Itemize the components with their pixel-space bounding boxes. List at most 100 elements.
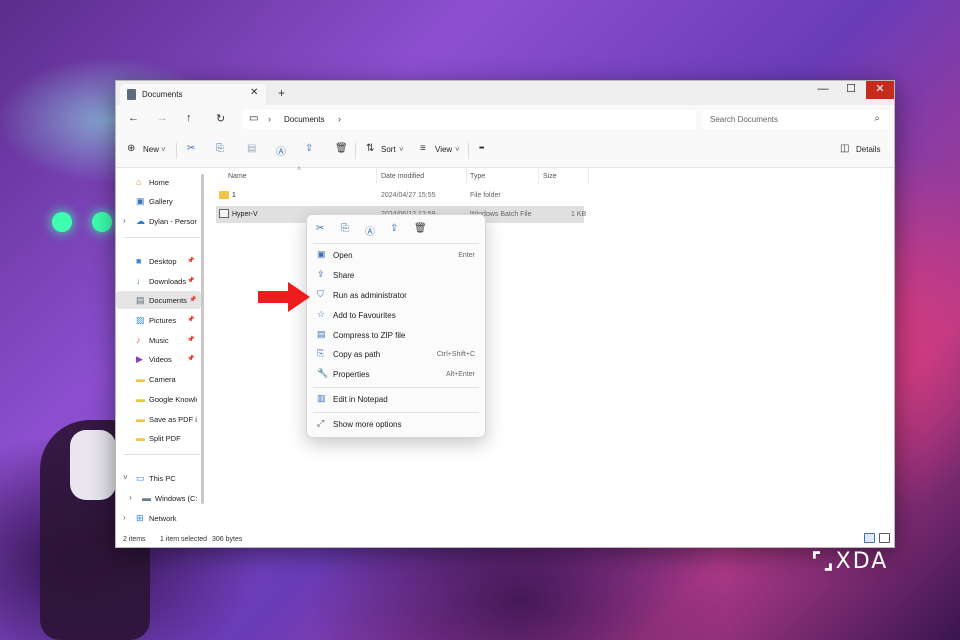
- up-button[interactable]: ↑: [186, 112, 192, 124]
- new-button[interactable]: New: [143, 145, 159, 154]
- paste-icon[interactable]: ▤: [247, 143, 256, 154]
- sidebar-item-label: Google Knowle: [149, 395, 197, 404]
- sidebar-scrollbar[interactable]: [201, 174, 204, 504]
- path-icon: ⎘: [317, 348, 325, 358]
- sidebar-item-this-pc[interactable]: ˅ ▭ This PC: [116, 469, 201, 487]
- back-button[interactable]: ←: [128, 112, 139, 124]
- menu-divider: [313, 243, 479, 244]
- pin-icon: 📌: [187, 337, 195, 343]
- download-icon: ↓: [136, 276, 141, 286]
- file-name: Hyper-V: [232, 211, 258, 218]
- column-divider[interactable]: [466, 168, 467, 184]
- share-icon[interactable]: ⇪: [305, 143, 313, 154]
- sidebar-item-music[interactable]: ♪ Music 📌: [116, 331, 201, 349]
- column-divider[interactable]: [376, 168, 377, 184]
- chevron-right-icon[interactable]: ›: [123, 216, 126, 225]
- cut-icon[interactable]: ✂: [187, 143, 195, 154]
- menu-item-share[interactable]: ⇪ Share: [311, 266, 481, 284]
- share-icon[interactable]: ⇪: [390, 223, 398, 234]
- column-header-name[interactable]: Name: [228, 173, 247, 180]
- sidebar-item-camera[interactable]: ▬ Camera: [116, 370, 201, 388]
- chevron-right-icon[interactable]: ›: [129, 493, 132, 502]
- more-options-icon: ⤢: [317, 418, 325, 428]
- sidebar-item-pictures[interactable]: ▨ Pictures 📌: [116, 311, 201, 329]
- tiles-view-button[interactable]: [879, 533, 890, 543]
- sidebar-item-windows-drive[interactable]: › ▬ Windows (C:: [116, 489, 201, 507]
- rename-icon[interactable]: Ⓐ: [365, 223, 375, 238]
- refresh-button[interactable]: ↻: [216, 112, 225, 125]
- arrow-shape: [258, 282, 310, 312]
- menu-item-add-to-favourites[interactable]: ☆ Add to Favourites: [311, 306, 481, 324]
- chevron-down-icon: ˅: [161, 145, 166, 154]
- cut-icon[interactable]: ✂: [316, 223, 324, 234]
- menu-item-label: Edit in Notepad: [333, 395, 388, 404]
- maximize-button[interactable]: ☐: [837, 81, 865, 99]
- sidebar-item-videos[interactable]: ▶ Videos 📌: [116, 350, 201, 368]
- column-divider[interactable]: [588, 168, 589, 184]
- details-view-button[interactable]: [864, 533, 875, 543]
- sidebar-item-documents[interactable]: ▤ Documents 📌: [116, 291, 201, 309]
- cloud-icon: ☁: [136, 216, 145, 226]
- tab-documents[interactable]: Documents ✕: [120, 84, 266, 105]
- folder-icon: [219, 191, 229, 199]
- sidebar-item-desktop[interactable]: ■ Desktop 📌: [116, 252, 201, 270]
- close-button[interactable]: ✕: [866, 81, 894, 99]
- copy-icon[interactable]: ⎘: [341, 223, 349, 234]
- file-date: 2024/04/27 15:55: [381, 192, 436, 199]
- menu-item-label: Open: [333, 251, 353, 260]
- xda-wordmark: XDA: [835, 549, 889, 574]
- menu-item-show-more-options[interactable]: ⤢ Show more options: [311, 415, 481, 433]
- search-input[interactable]: Search Documents ⌕: [702, 110, 888, 129]
- delete-icon[interactable]: 🗑: [414, 223, 427, 234]
- details-button[interactable]: Details: [856, 145, 880, 154]
- menu-item-compress-zip[interactable]: ▤ Compress to ZIP file: [311, 326, 481, 344]
- breadcrumb-documents[interactable]: Documents: [284, 115, 324, 124]
- file-row[interactable]: 1 2024/04/27 15:55 File folder: [216, 187, 584, 204]
- menu-item-open[interactable]: ▣ Open Enter: [311, 246, 481, 264]
- menu-item-edit-in-notepad[interactable]: ▥ Edit in Notepad: [311, 390, 481, 408]
- sidebar-item-downloads[interactable]: ↓ Downloads 📌: [116, 272, 201, 290]
- sidebar-item-google-knowledge[interactable]: ▬ Google Knowle: [116, 390, 201, 408]
- wrench-icon: 🔧: [317, 368, 329, 378]
- tab-title: Documents: [142, 90, 183, 99]
- column-header-date[interactable]: Date modified: [381, 173, 424, 180]
- sidebar-item-home[interactable]: ⌂ Home: [116, 173, 201, 191]
- column-header-type[interactable]: Type: [470, 173, 485, 180]
- chevron-right-icon[interactable]: ›: [123, 513, 126, 522]
- sidebar-item-label: Split PDF: [149, 434, 181, 443]
- file-explorer-window: Documents ✕ + — ☐ ✕ ← → ↑ ↻ ▭ › Document…: [115, 80, 895, 548]
- pin-icon: 📌: [187, 258, 195, 264]
- sidebar-item-onedrive[interactable]: › ☁ Dylan - Person: [116, 212, 201, 230]
- navigation-bar: ← → ↑ ↻ ▭ › Documents › Search Documents…: [116, 105, 894, 133]
- menu-item-run-as-administrator[interactable]: ⛉ Run as administrator: [311, 286, 481, 304]
- toolbar-divider: [355, 143, 356, 159]
- more-options-button[interactable]: •••: [479, 145, 484, 152]
- column-divider[interactable]: [538, 168, 539, 184]
- address-bar[interactable]: ▭ › Documents ›: [242, 110, 696, 129]
- new-tab-button[interactable]: +: [278, 86, 285, 100]
- sidebar-divider: [124, 237, 200, 238]
- rename-icon[interactable]: Ⓐ: [276, 143, 286, 158]
- menu-item-properties[interactable]: 🔧 Properties Alt+Enter: [311, 365, 481, 383]
- sidebar-item-label: This PC: [149, 474, 176, 483]
- minimize-button[interactable]: —: [809, 81, 837, 99]
- menu-divider: [313, 412, 479, 413]
- sidebar-item-save-as-pdf[interactable]: ▬ Save as PDF in: [116, 410, 201, 428]
- tab-close-button[interactable]: ✕: [250, 87, 258, 98]
- documents-icon: [127, 89, 136, 100]
- menu-item-copy-as-path[interactable]: ⎘ Copy as path Ctrl+Shift+C: [311, 345, 481, 363]
- file-name: 1: [232, 192, 236, 199]
- sidebar-item-label: Camera: [149, 375, 176, 384]
- view-button[interactable]: View: [435, 145, 452, 154]
- sidebar-item-split-pdf[interactable]: ▬ Split PDF: [116, 429, 201, 447]
- sidebar-item-network[interactable]: › ⊞ Network: [116, 509, 201, 527]
- chevron-down-icon[interactable]: ˅: [123, 473, 128, 482]
- sidebar-item-gallery[interactable]: ▣ Gallery: [116, 192, 201, 210]
- sidebar-item-label: Windows (C:: [155, 494, 197, 503]
- forward-button[interactable]: →: [157, 112, 168, 124]
- sort-button[interactable]: Sort: [381, 145, 396, 154]
- column-header-size[interactable]: Size: [543, 173, 557, 180]
- copy-icon[interactable]: ⎘: [216, 143, 224, 154]
- delete-icon[interactable]: 🗑: [335, 143, 348, 154]
- sidebar-item-label: Network: [149, 514, 177, 523]
